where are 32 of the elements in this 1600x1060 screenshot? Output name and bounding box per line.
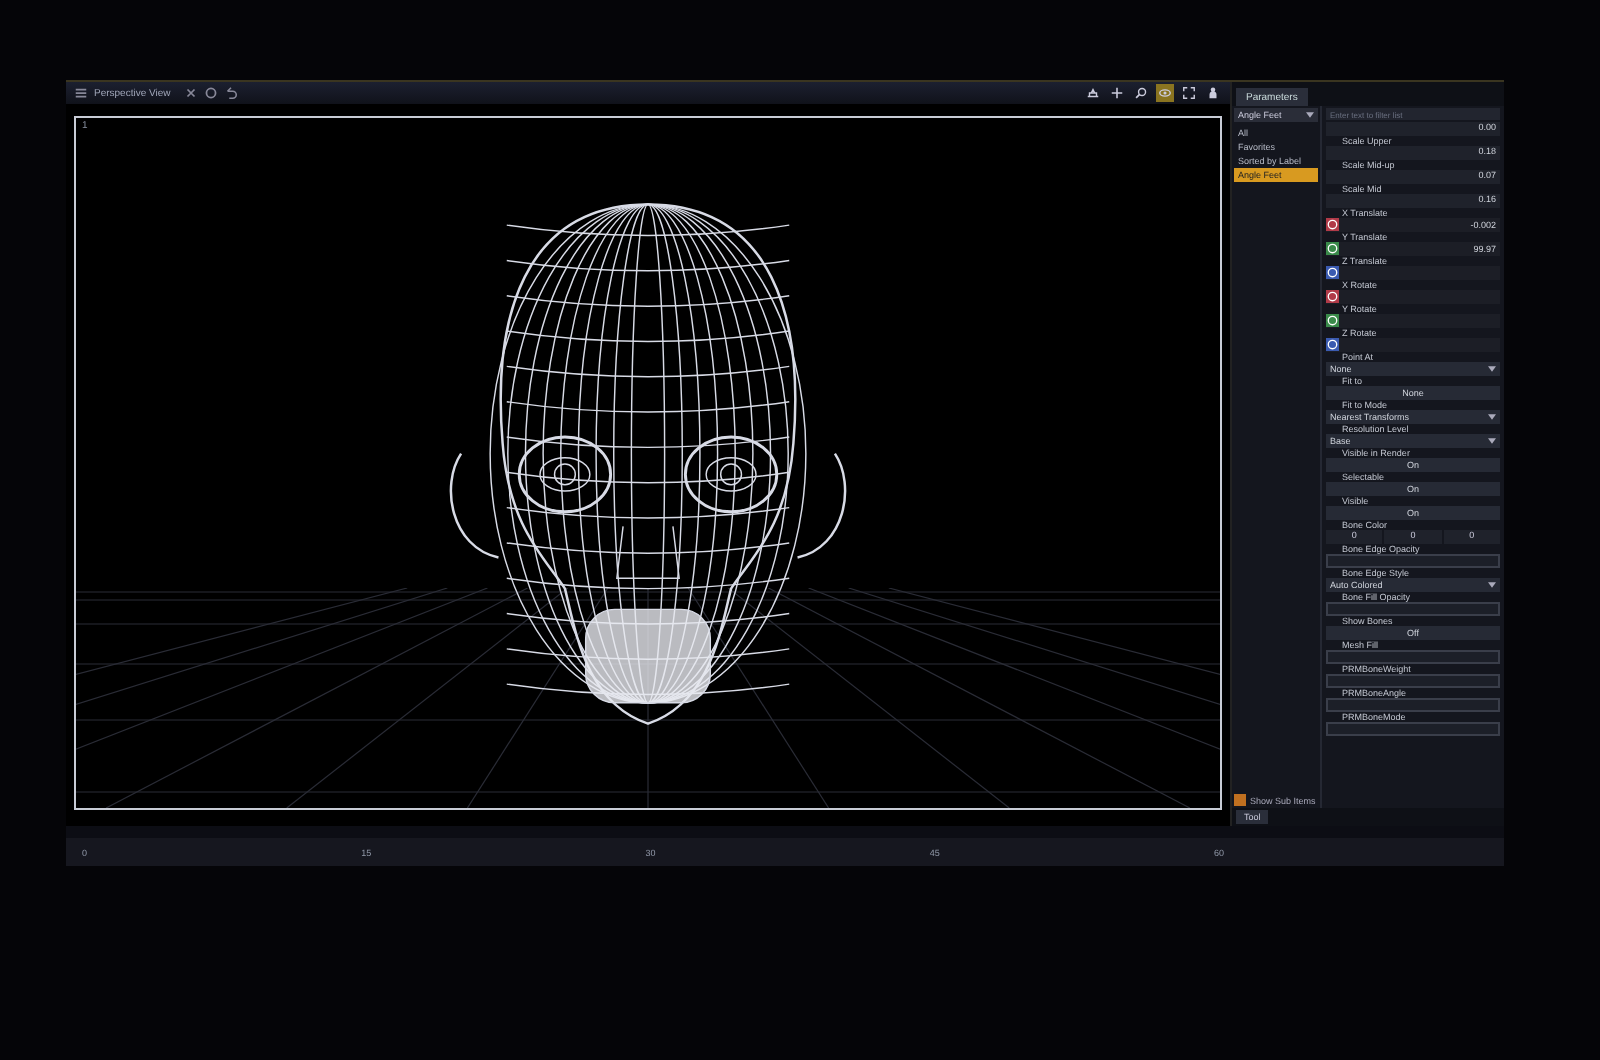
camera-tool-button[interactable] bbox=[1084, 84, 1102, 102]
axis-knob-icon[interactable] bbox=[1326, 314, 1339, 327]
value-field[interactable] bbox=[1326, 674, 1500, 687]
caret-icon bbox=[1306, 112, 1314, 118]
axis-value-field[interactable] bbox=[1326, 290, 1500, 303]
axis-knob-icon[interactable] bbox=[1326, 266, 1339, 279]
value-field[interactable] bbox=[1326, 602, 1500, 615]
caret-icon bbox=[1488, 365, 1496, 372]
figure-tool-button[interactable] bbox=[1204, 84, 1222, 102]
show-sub-items-checkbox[interactable] bbox=[1234, 794, 1246, 806]
axis-knob-icon[interactable] bbox=[1326, 338, 1339, 351]
value-field[interactable] bbox=[1326, 650, 1500, 663]
axis-knob-icon[interactable] bbox=[1326, 290, 1339, 303]
value-field[interactable] bbox=[1326, 698, 1500, 711]
axis-value-field[interactable] bbox=[1326, 338, 1500, 351]
axis-value-field[interactable] bbox=[1326, 266, 1500, 279]
zoom-tool-button[interactable] bbox=[1132, 84, 1150, 102]
move-tool-button[interactable] bbox=[1108, 84, 1126, 102]
axis-value-field[interactable] bbox=[1326, 314, 1500, 327]
menu-icon[interactable] bbox=[74, 86, 88, 100]
caret-icon bbox=[1488, 437, 1496, 444]
caret-icon bbox=[1488, 581, 1496, 588]
caret-icon bbox=[1488, 413, 1496, 420]
undo-icon[interactable] bbox=[224, 86, 239, 100]
eye-tool-button[interactable] bbox=[1156, 84, 1174, 102]
axis-knob-icon[interactable] bbox=[1326, 242, 1339, 255]
frame-tool-button[interactable] bbox=[1180, 84, 1198, 102]
value-field[interactable] bbox=[1326, 554, 1500, 567]
close-icon[interactable] bbox=[184, 86, 199, 100]
circle-dropdown-icon[interactable] bbox=[204, 86, 219, 100]
value-field[interactable] bbox=[1326, 722, 1500, 735]
axis-knob-icon[interactable] bbox=[1326, 218, 1339, 231]
